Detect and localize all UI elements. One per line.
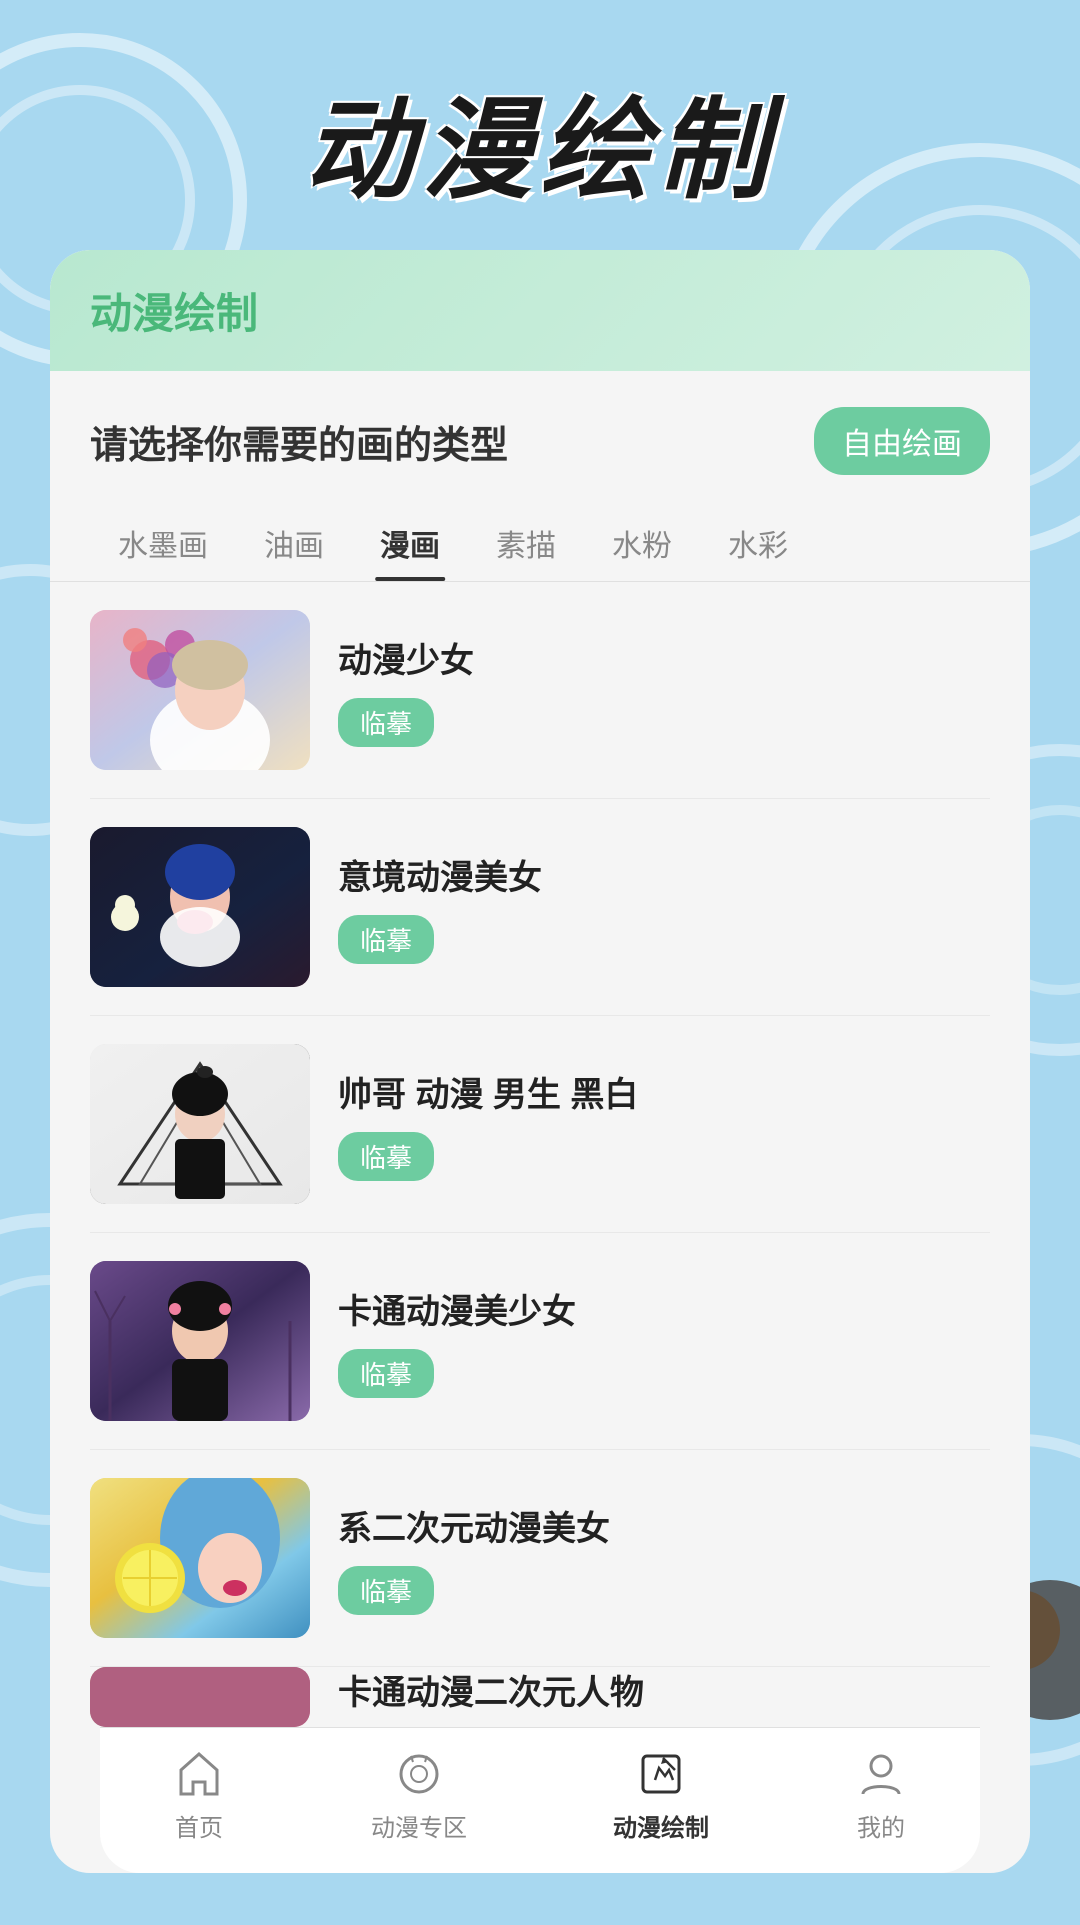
nav-anime-label: 动漫专区 bbox=[371, 1808, 467, 1843]
list-item[interactable]: 帅哥 动漫 男生 黑白 临摹 bbox=[90, 1016, 990, 1233]
item-tag-5: 临摹 bbox=[338, 1566, 434, 1615]
main-card: 动漫绘制 请选择你需要的画的类型 自由绘画 水墨画 油画 漫画 素描 水粉 水彩 bbox=[50, 250, 1030, 1873]
nav-draw-label: 动漫绘制 bbox=[613, 1808, 709, 1843]
item-info-5: 系二次元动漫美女 临摹 bbox=[338, 1501, 990, 1615]
item-tag-3: 临摹 bbox=[338, 1132, 434, 1181]
tab-sumiao[interactable]: 素描 bbox=[468, 505, 584, 581]
item-info-4: 卡通动漫美少女 临摹 bbox=[338, 1284, 990, 1398]
item-title-1: 动漫少女 bbox=[338, 633, 990, 682]
item-tag-1: 临摹 bbox=[338, 698, 434, 747]
tab-manhua[interactable]: 漫画 bbox=[352, 505, 468, 581]
item-title-6: 卡通动漫二次元人物 bbox=[338, 1667, 990, 1714]
home-icon bbox=[173, 1748, 225, 1800]
tab-shuifen[interactable]: 水粉 bbox=[584, 505, 700, 581]
list-item[interactable]: 卡通动漫二次元人物 bbox=[90, 1667, 990, 1727]
section-subtitle: 请选择你需要的画的类型 bbox=[90, 414, 508, 469]
item-info-6: 卡通动漫二次元人物 bbox=[338, 1667, 990, 1727]
list-item[interactable]: 卡通动漫美少女 临摹 bbox=[90, 1233, 990, 1450]
item-tag-4: 临摹 bbox=[338, 1349, 434, 1398]
list-item[interactable]: 系二次元动漫美女 临摹 bbox=[90, 1450, 990, 1667]
item-thumbnail-6 bbox=[90, 1667, 310, 1727]
nav-home-label: 首页 bbox=[175, 1808, 223, 1843]
card-header-title: 动漫绘制 bbox=[90, 290, 258, 337]
item-thumbnail-3 bbox=[90, 1044, 310, 1204]
page-title: 动漫绘制 bbox=[0, 0, 1080, 250]
item-info-1: 动漫少女 临摹 bbox=[338, 633, 990, 747]
section-title-row: 请选择你需要的画的类型 自由绘画 bbox=[50, 371, 1030, 495]
list-item[interactable]: 动漫少女 临摹 bbox=[90, 582, 990, 799]
tab-youhua[interactable]: 油画 bbox=[236, 505, 352, 581]
item-list: 动漫少女 临摹 bbox=[50, 582, 1030, 1727]
item-title-3: 帅哥 动漫 男生 黑白 bbox=[338, 1067, 990, 1116]
item-title-5: 系二次元动漫美女 bbox=[338, 1501, 990, 1550]
nav-profile-label: 我的 bbox=[857, 1808, 905, 1843]
anime-icon bbox=[393, 1748, 445, 1800]
item-info-3: 帅哥 动漫 男生 黑白 临摹 bbox=[338, 1067, 990, 1181]
bottom-nav: 首页 动漫专区 动漫绘制 bbox=[100, 1727, 980, 1873]
draw-icon bbox=[635, 1748, 687, 1800]
item-tag-2: 临摹 bbox=[338, 915, 434, 964]
item-title-2: 意境动漫美女 bbox=[338, 850, 990, 899]
tab-shuimo[interactable]: 水墨画 bbox=[90, 505, 236, 581]
free-draw-button[interactable]: 自由绘画 bbox=[814, 407, 990, 475]
nav-draw[interactable]: 动漫绘制 bbox=[613, 1748, 709, 1843]
item-thumbnail-1 bbox=[90, 610, 310, 770]
tab-shuicai[interactable]: 水彩 bbox=[700, 505, 816, 581]
item-title-4: 卡通动漫美少女 bbox=[338, 1284, 990, 1333]
nav-home[interactable]: 首页 bbox=[173, 1748, 225, 1843]
item-thumbnail-5 bbox=[90, 1478, 310, 1638]
nav-profile[interactable]: 我的 bbox=[855, 1748, 907, 1843]
profile-icon bbox=[855, 1748, 907, 1800]
card-header: 动漫绘制 bbox=[50, 250, 1030, 371]
item-info-2: 意境动漫美女 临摹 bbox=[338, 850, 990, 964]
item-thumbnail-2 bbox=[90, 827, 310, 987]
nav-anime[interactable]: 动漫专区 bbox=[371, 1748, 467, 1843]
item-thumbnail-4 bbox=[90, 1261, 310, 1421]
tabs-row: 水墨画 油画 漫画 素描 水粉 水彩 bbox=[50, 495, 1030, 582]
list-item[interactable]: 意境动漫美女 临摹 bbox=[90, 799, 990, 1016]
